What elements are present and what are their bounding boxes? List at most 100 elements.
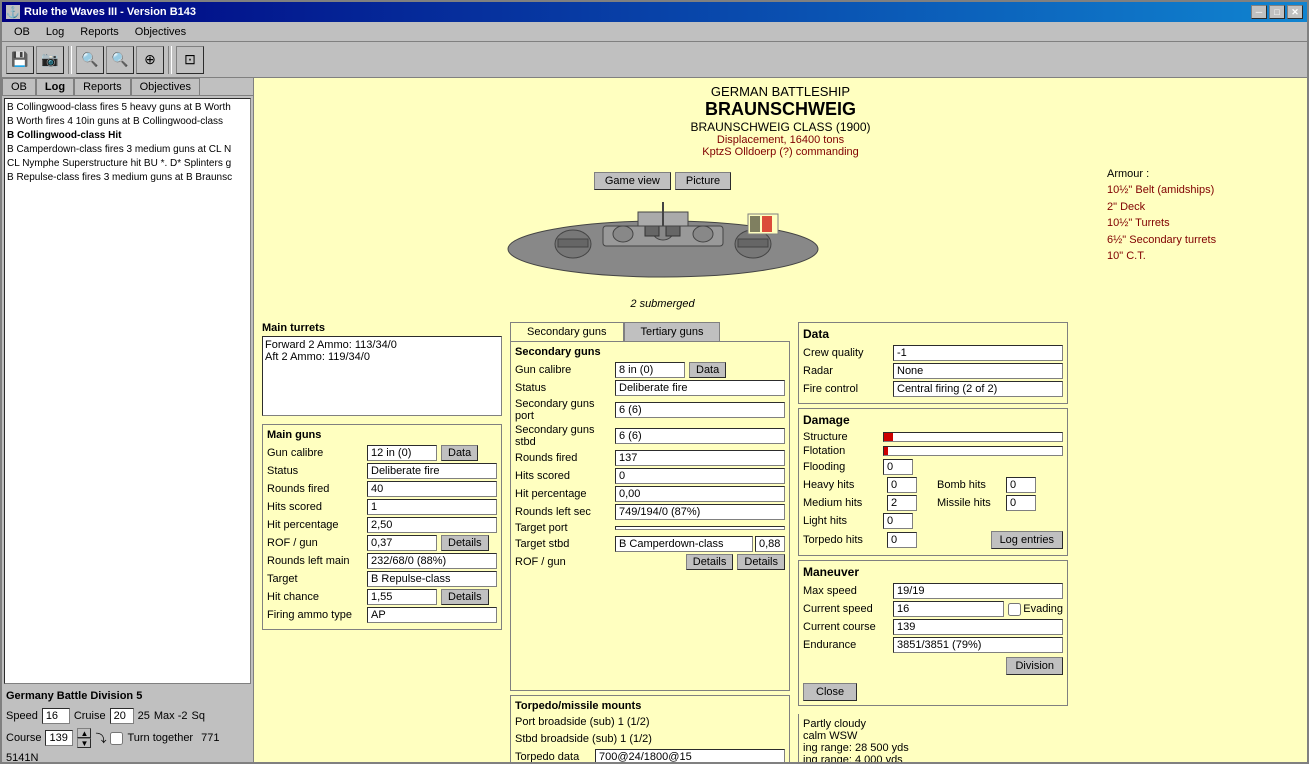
sq-indicator: Sq	[191, 710, 204, 722]
right-panel: GERMAN BATTLESHIP BRAUNSCHWEIG BRAUNSCHW…	[254, 78, 1307, 764]
armour-item-3: 6½" Secondary turrets	[1107, 232, 1291, 249]
hit-chance-details-button[interactable]: Details	[441, 589, 489, 605]
course-controls: Course ▲ ▼ ⤵ Turn together 771	[2, 726, 253, 750]
sg-calibre-label: Gun calibre	[515, 364, 615, 376]
hits-row-pair-2: Medium hits 2 Missile hits 0	[803, 495, 1063, 511]
menu-objectives[interactable]: Objectives	[127, 24, 194, 40]
max2-label: Max -2	[154, 710, 188, 722]
speed-controls: Speed Cruise 20 25 Max -2 Sq	[2, 706, 253, 726]
sg-rounds-fired-row: Rounds fired 137	[515, 450, 785, 466]
speed-input[interactable]	[42, 708, 70, 724]
game-view-button[interactable]: Game view	[594, 172, 671, 190]
close-button[interactable]: ✕	[1287, 5, 1303, 19]
toolbar: 💾 📷 🔍 🔍 ⊕ ⊡	[2, 42, 1307, 78]
rounds-left-row: Rounds left main 232/68/0 (88%)	[267, 553, 497, 569]
maximize-button[interactable]: □	[1269, 5, 1285, 19]
status-value: Deliberate fire	[367, 463, 497, 479]
medium-hits-group: Medium hits 2	[803, 495, 929, 511]
sg-target-port-value	[615, 526, 785, 530]
menu-ob[interactable]: OB	[6, 24, 38, 40]
evading-checkbox[interactable]	[1008, 603, 1021, 616]
close-button[interactable]: Close	[803, 683, 857, 701]
heavy-hits-value: 0	[887, 477, 917, 493]
max-speed-row: Max speed 19/19	[803, 583, 1063, 599]
main-turrets-title: Main turrets	[262, 322, 502, 334]
tab-log[interactable]: Log	[36, 78, 74, 95]
rounds-fired-label: Rounds fired	[267, 483, 367, 495]
sg-target-stbd-acc: 0,88	[755, 536, 785, 552]
ammo-type-label: Firing ammo type	[267, 609, 367, 621]
radar-row: Radar None	[803, 363, 1063, 379]
rounds-fired-row: Rounds fired 40	[267, 481, 497, 497]
toolbar-extra[interactable]: ⊡	[176, 46, 204, 74]
turrets-list: Forward 2 Ammo: 113/34/0 Aft 2 Ammo: 119…	[262, 336, 502, 416]
torpedo-hits-label: Torpedo hits	[803, 534, 883, 546]
hits-row: Hits scored 1	[267, 499, 497, 515]
minimize-button[interactable]: ─	[1251, 5, 1267, 19]
rof-row: ROF / gun 0,37 Details	[267, 535, 497, 551]
zoom-reset-button[interactable]: ⊕	[136, 46, 164, 74]
toolbar-btn-2[interactable]: 📷	[36, 46, 64, 74]
tertiary-guns-tab[interactable]: Tertiary guns	[624, 322, 721, 341]
crew-quality-row: Crew quality -1	[803, 345, 1063, 361]
course-label: Course	[6, 732, 41, 744]
maneuver-section: Maneuver Max speed 19/19 Current speed 1…	[798, 560, 1068, 706]
menu-reports[interactable]: Reports	[72, 24, 127, 40]
log-entries-button[interactable]: Log entries	[991, 531, 1063, 549]
main-turrets-panel: Main turrets Forward 2 Ammo: 113/34/0 Af…	[262, 322, 502, 416]
main-guns-data-button[interactable]: Data	[441, 445, 478, 461]
sg-rof-label: ROF / gun	[515, 556, 615, 568]
maneuver-title: Maneuver	[803, 565, 1063, 579]
endurance-value: 3851/3851 (79%)	[893, 637, 1063, 653]
sg-details-stbd-button[interactable]: Details	[737, 554, 785, 570]
max-speed-label: Max speed	[803, 585, 893, 597]
secondary-guns-data-button[interactable]: Data	[689, 362, 726, 378]
secondary-guns-tab[interactable]: Secondary guns	[510, 322, 624, 341]
missile-hits-group: Missile hits 0	[937, 495, 1063, 511]
zoom-out-button[interactable]: 🔍	[106, 46, 134, 74]
turn-together-checkbox[interactable]	[110, 732, 123, 745]
status-label: Status	[267, 465, 367, 477]
sg-hits-value: 0	[615, 468, 785, 484]
damage-section: Damage Structure Flotation	[798, 408, 1068, 556]
armour-item-1: 2" Deck	[1107, 199, 1291, 216]
log-area: B Collingwood-class fires 5 heavy guns a…	[4, 98, 251, 684]
log-entry-2: B Worth fires 4 10in guns at B Collingwo…	[7, 115, 248, 129]
weather-line4: ing range: 4 000 yds	[803, 754, 1064, 764]
tab-reports[interactable]: Reports	[74, 78, 131, 95]
ship-header: GERMAN BATTLESHIP BRAUNSCHWEIG BRAUNSCHW…	[254, 78, 1307, 164]
structure-label: Structure	[803, 431, 883, 443]
turn-together-label: Turn together	[127, 732, 193, 744]
zoom-in-button[interactable]: 🔍	[76, 46, 104, 74]
fire-control-value: Central firing (2 of 2)	[893, 381, 1063, 397]
weather-panel: Partly cloudy calm WSW ing range: 28 500…	[798, 714, 1068, 764]
course-down-btn[interactable]: ▼	[77, 738, 91, 748]
division-button[interactable]: Division	[1006, 657, 1063, 675]
sg-details-port-button[interactable]: Details	[686, 554, 734, 570]
ship-type: GERMAN BATTLESHIP	[260, 84, 1301, 99]
light-hits-row: Light hits 0	[803, 513, 1063, 529]
course-input[interactable]	[45, 730, 73, 746]
weather-line2: calm WSW	[803, 730, 1064, 742]
sg-rof-row: ROF / gun Details Details	[515, 554, 785, 570]
torpedo-data-label: Torpedo data	[515, 751, 595, 763]
tab-ob[interactable]: OB	[2, 78, 36, 95]
course-up-btn[interactable]: ▲	[77, 728, 91, 738]
rof-details-button[interactable]: Details	[441, 535, 489, 551]
torpedo-hits-row: Torpedo hits 0 Log entries	[803, 531, 1063, 549]
missile-hits-label: Missile hits	[937, 497, 1002, 509]
sg-hit-pct-row: Hit percentage 0,00	[515, 486, 785, 502]
crew-quality-value: -1	[893, 345, 1063, 361]
picture-button[interactable]: Picture	[675, 172, 731, 190]
toolbar-btn-1[interactable]: 💾	[6, 46, 34, 74]
sg-stbd-label: Secondary guns stbd	[515, 424, 615, 448]
target-row: Target B Repulse-class	[267, 571, 497, 587]
menu-log[interactable]: Log	[38, 24, 72, 40]
sg-calibre-row: Gun calibre 8 in (0) Data	[515, 362, 785, 378]
sg-rounds-left-row: Rounds left sec 749/194/0 (87%)	[515, 504, 785, 520]
sg-rounds-fired-label: Rounds fired	[515, 452, 615, 464]
ship-name: BRAUNSCHWEIG	[260, 99, 1301, 120]
cruise-max-val: 25	[138, 710, 150, 722]
tab-objectives[interactable]: Objectives	[131, 78, 200, 95]
hit-chance-value: 1,55	[367, 589, 437, 605]
